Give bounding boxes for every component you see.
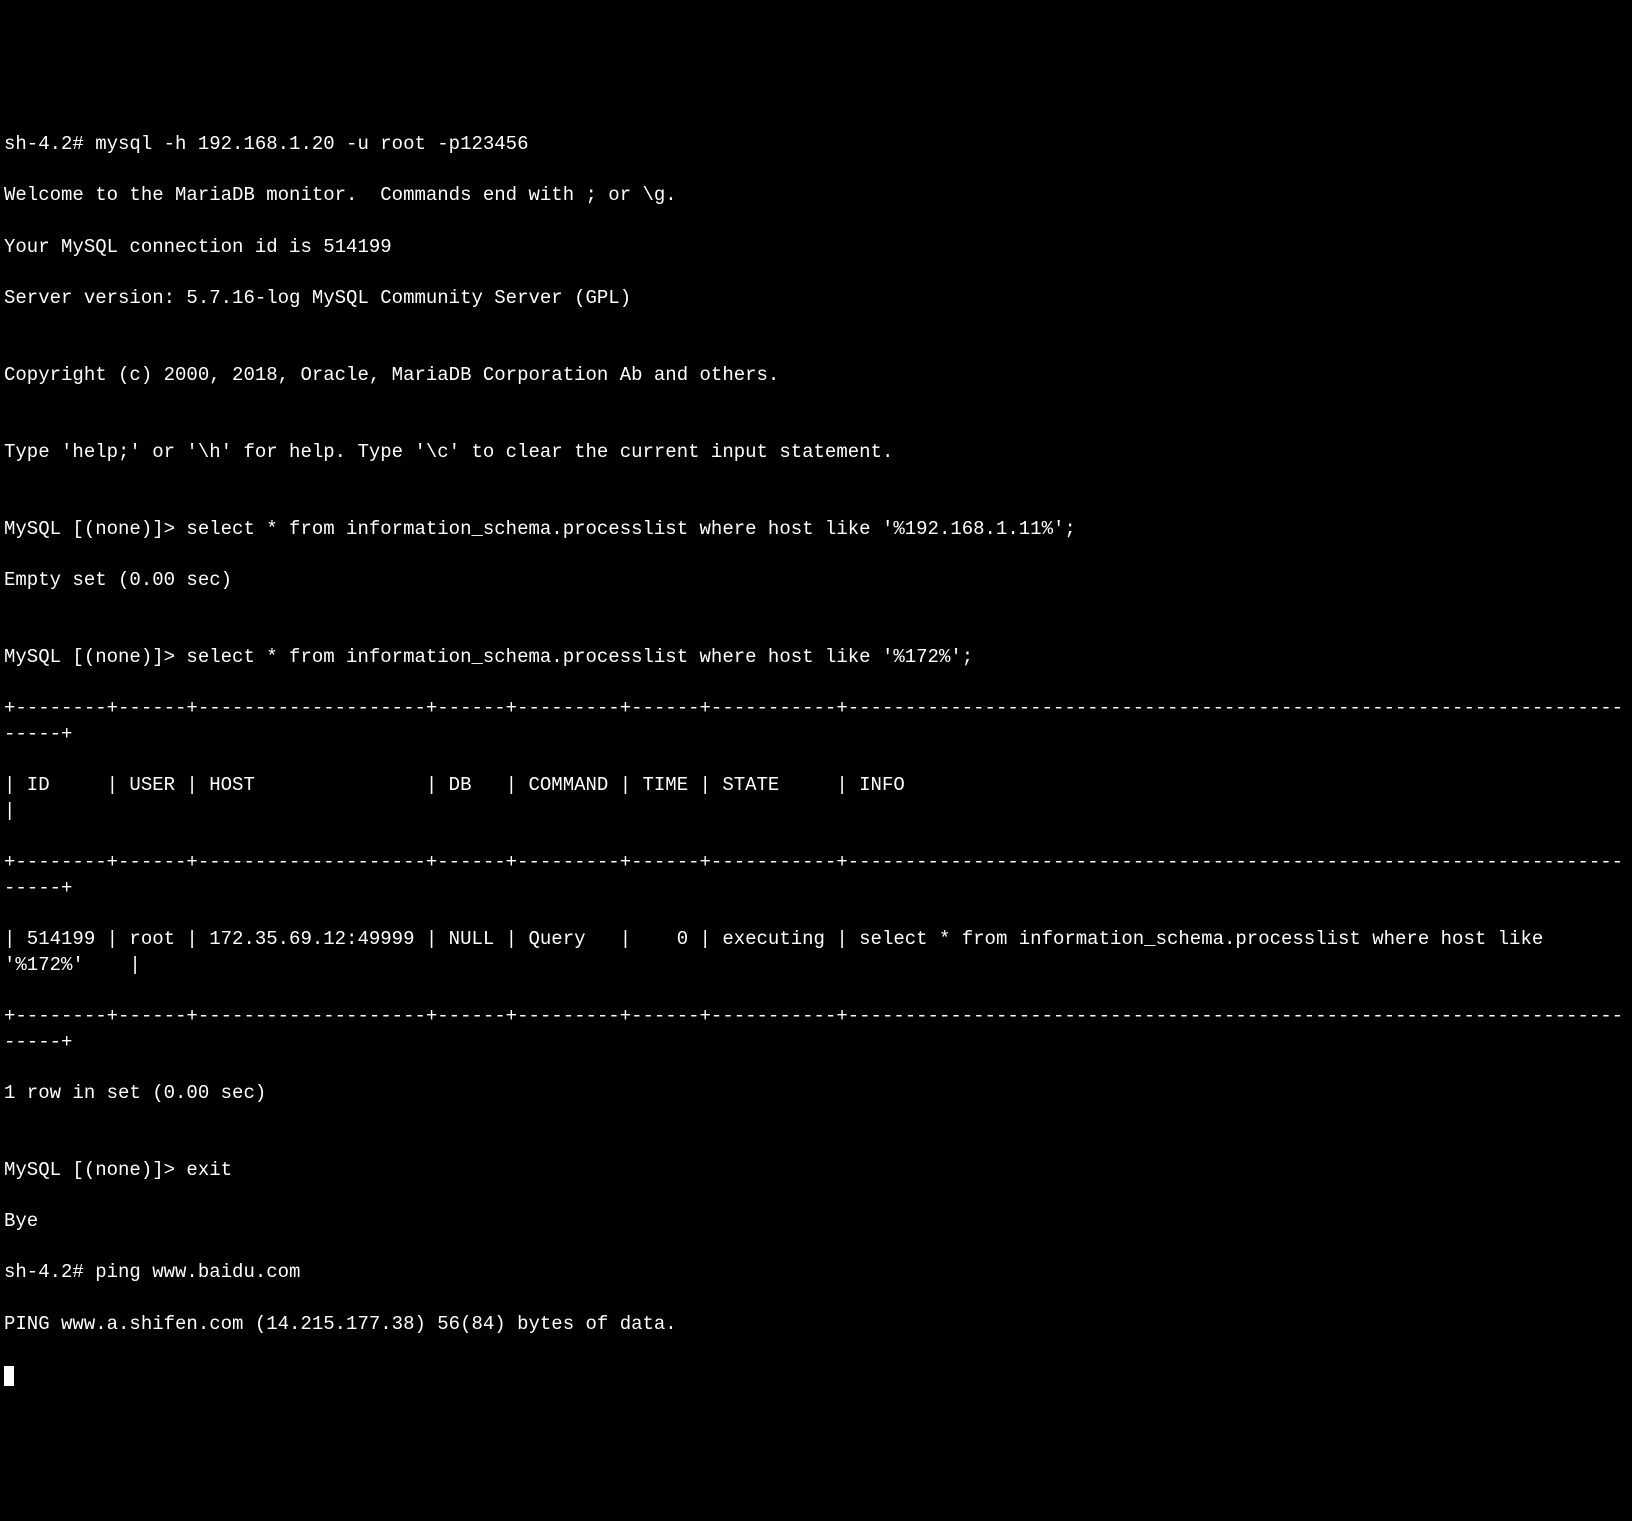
table-row: | 514199 | root | 172.35.69.12:49999 | N… <box>4 927 1628 978</box>
terminal-line: 1 row in set (0.00 sec) <box>4 1081 1628 1107</box>
terminal-line: MySQL [(none)]> select * from informatio… <box>4 517 1628 543</box>
table-border: +--------+------+--------------------+--… <box>4 696 1628 747</box>
terminal-line: sh-4.2# ping www.baidu.com <box>4 1260 1628 1286</box>
terminal-line: Type 'help;' or '\h' for help. Type '\c'… <box>4 440 1628 466</box>
terminal-line: Copyright (c) 2000, 2018, Oracle, MariaD… <box>4 363 1628 389</box>
terminal-line: Server version: 5.7.16-log MySQL Communi… <box>4 286 1628 312</box>
terminal-line: Empty set (0.00 sec) <box>4 568 1628 594</box>
terminal-line: sh-4.2# mysql -h 192.168.1.20 -u root -p… <box>4 132 1628 158</box>
terminal-line: PING www.a.shifen.com (14.215.177.38) 56… <box>4 1312 1628 1338</box>
terminal-line: MySQL [(none)]> select * from informatio… <box>4 645 1628 671</box>
table-border: +--------+------+--------------------+--… <box>4 850 1628 901</box>
terminal-output[interactable]: sh-4.2# mysql -h 192.168.1.20 -u root -p… <box>4 107 1628 1389</box>
table-header: | ID | USER | HOST | DB | COMMAND | TIME… <box>4 773 1628 824</box>
cursor[interactable] <box>4 1366 14 1386</box>
terminal-line: Bye <box>4 1209 1628 1235</box>
table-border: +--------+------+--------------------+--… <box>4 1004 1628 1055</box>
terminal-line: Your MySQL connection id is 514199 <box>4 235 1628 261</box>
terminal-line: MySQL [(none)]> exit <box>4 1158 1628 1184</box>
terminal-line: Welcome to the MariaDB monitor. Commands… <box>4 183 1628 209</box>
